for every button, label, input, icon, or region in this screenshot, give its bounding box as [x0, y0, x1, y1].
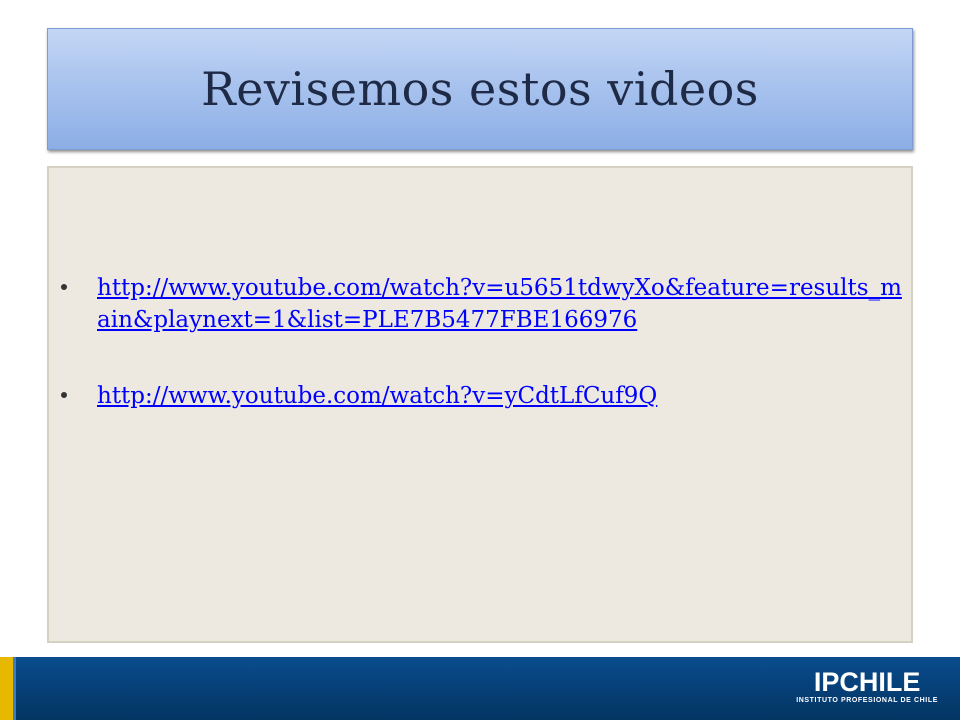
logo-wordmark: IPCHILE — [813, 667, 921, 697]
bullet-icon — [61, 392, 67, 398]
logo-tagline: INSTITUTO PROFESIONAL DE CHILE — [796, 697, 938, 704]
slide-content-box: http://www.youtube.com/watch?v=u5651tdwy… — [47, 166, 913, 643]
ipchile-logo: IPCHILE INSTITUTO PROFESIONAL DE CHILE — [796, 669, 938, 706]
footer-accent-stripe — [0, 657, 16, 720]
slide-title-box: Revisemos estos videos — [47, 28, 913, 150]
footer-bar: IPCHILE INSTITUTO PROFESIONAL DE CHILE — [0, 657, 960, 720]
video-link-1[interactable]: http://www.youtube.com/watch?v=u5651tdwy… — [97, 275, 902, 333]
list-item: http://www.youtube.com/watch?v=yCdtLfCuf… — [61, 380, 905, 412]
bullet-icon — [61, 284, 67, 290]
video-link-2[interactable]: http://www.youtube.com/watch?v=yCdtLfCuf… — [97, 383, 657, 409]
list-item: http://www.youtube.com/watch?v=u5651tdwy… — [61, 272, 905, 336]
link-list: http://www.youtube.com/watch?v=u5651tdwy… — [61, 272, 905, 456]
slide-title: Revisemos estos videos — [201, 62, 759, 116]
